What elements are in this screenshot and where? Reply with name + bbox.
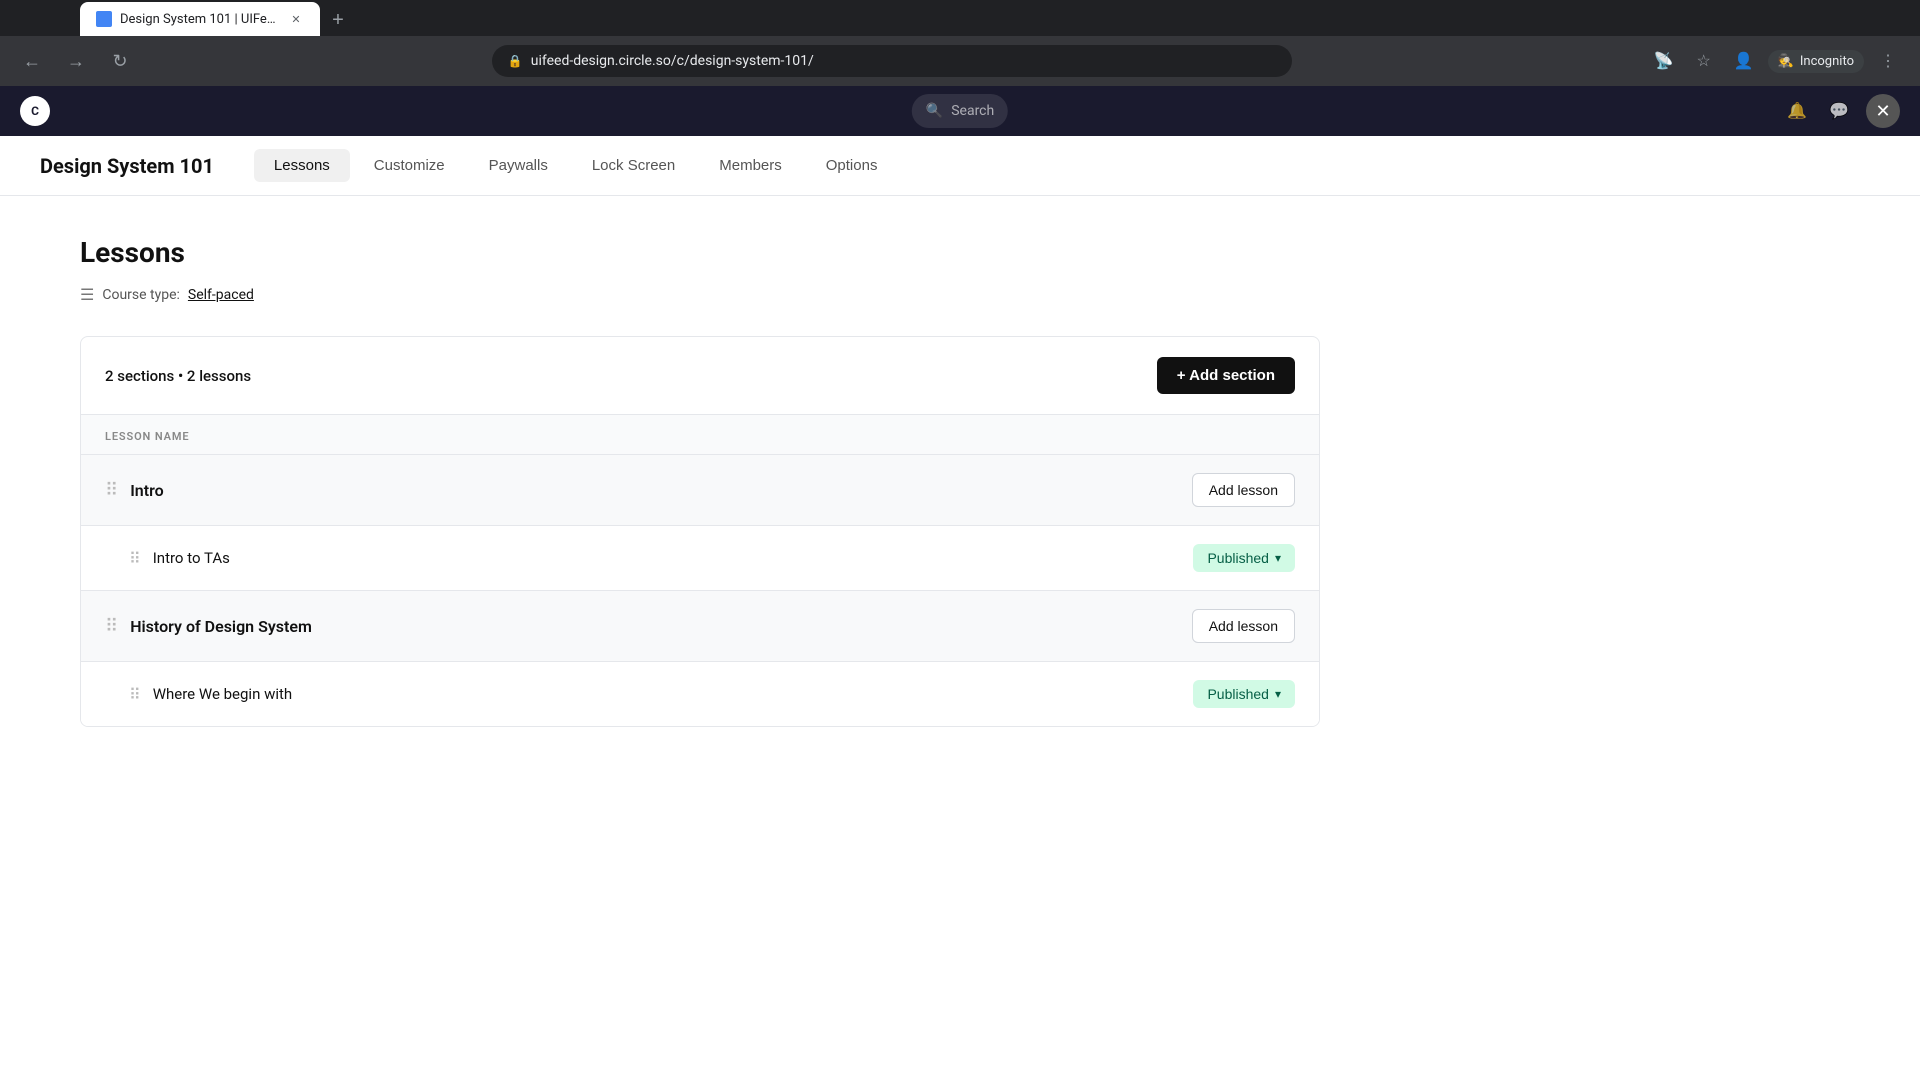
section-row: ⠿ Intro Add lesson: [81, 455, 1319, 526]
app-content: Design System 101 Lessons Customize Payw…: [0, 136, 1920, 1030]
lesson-name: Where We begin with: [153, 685, 1194, 703]
chat-button[interactable]: 💬: [1824, 96, 1854, 126]
tab-title: Design System 101 | UIFeed Des...: [120, 12, 280, 27]
close-overlay-button[interactable]: ✕: [1866, 94, 1900, 128]
incognito-icon: 🕵: [1778, 54, 1794, 69]
forward-button[interactable]: →: [60, 45, 92, 77]
browser-tab[interactable]: Design System 101 | UIFeed Des... ✕: [80, 2, 320, 36]
course-nav: Design System 101 Lessons Customize Payw…: [0, 136, 1920, 196]
add-lesson-button-history[interactable]: Add lesson: [1192, 609, 1295, 643]
section-name: Intro: [130, 481, 1192, 500]
add-section-button[interactable]: + Add section: [1157, 357, 1295, 394]
course-type-icon: ☰: [80, 285, 94, 304]
section-drag-handle[interactable]: ⠿: [105, 616, 118, 637]
lessons-table: 2 sections • 2 lessons + Add section LES…: [80, 336, 1320, 727]
sections-count: 2 sections • 2 lessons: [105, 367, 251, 385]
course-nav-tabs: Lessons Customize Paywalls Lock Screen M…: [254, 149, 898, 182]
course-title: Design System 101: [40, 154, 214, 178]
tab-paywalls[interactable]: Paywalls: [469, 149, 568, 182]
table-header-row: 2 sections • 2 lessons + Add section: [81, 337, 1319, 415]
lesson-name: Intro to TAs: [153, 549, 1194, 567]
published-status-intro-to-tas[interactable]: Published ▾: [1193, 544, 1295, 572]
back-button[interactable]: ←: [16, 45, 48, 77]
address-bar[interactable]: 🔒 uifeed-design.circle.so/c/design-syste…: [492, 45, 1292, 77]
cast-button[interactable]: 📡: [1648, 45, 1680, 77]
refresh-button[interactable]: ↻: [104, 45, 136, 77]
lesson-drag-handle[interactable]: ⠿: [129, 549, 141, 568]
section-row: ⠿ History of Design System Add lesson: [81, 591, 1319, 662]
browser-tab-bar: Design System 101 | UIFeed Des... ✕ +: [0, 0, 1920, 36]
lesson-drag-handle[interactable]: ⠿: [129, 685, 141, 704]
app-search-bar[interactable]: 🔍 Search: [912, 94, 1008, 128]
address-bar-row: ← → ↻ 🔒 uifeed-design.circle.so/c/design…: [0, 36, 1920, 86]
published-status-where-we-begin[interactable]: Published ▾: [1193, 680, 1295, 708]
tab-options[interactable]: Options: [806, 149, 898, 182]
course-type-value[interactable]: Self-paced: [188, 287, 254, 303]
published-label: Published: [1207, 550, 1269, 566]
tab-customize[interactable]: Customize: [354, 149, 465, 182]
lesson-row: ⠿ Intro to TAs Published ▾: [81, 526, 1319, 591]
section-drag-handle[interactable]: ⠿: [105, 480, 118, 501]
course-type-row: ☰ Course type: Self-paced: [80, 285, 1320, 304]
add-lesson-button-intro[interactable]: Add lesson: [1192, 473, 1295, 507]
column-header-row: LESSON NAME: [81, 415, 1319, 455]
course-type-label: Course type:: [102, 287, 180, 303]
lock-icon: 🔒: [508, 54, 523, 68]
notification-button[interactable]: 🔔: [1782, 96, 1812, 126]
app-header-right: 🔔 💬 ✕: [1782, 94, 1900, 128]
tab-members[interactable]: Members: [699, 149, 802, 182]
search-placeholder: Search: [951, 103, 994, 119]
bookmark-button[interactable]: ☆: [1688, 45, 1720, 77]
new-tab-button[interactable]: +: [324, 6, 352, 34]
url-text: uifeed-design.circle.so/c/design-system-…: [531, 53, 814, 69]
chevron-down-icon: ▾: [1275, 687, 1281, 701]
tab-favicon: [96, 11, 112, 27]
browser-menu-button[interactable]: ⋮: [1872, 45, 1904, 77]
browser-toolbar-right: 📡 ☆ 👤 🕵 Incognito ⋮: [1648, 45, 1904, 77]
lesson-name-column-header: LESSON NAME: [105, 430, 189, 443]
lesson-row: ⠿ Where We begin with Published ▾: [81, 662, 1319, 726]
incognito-label: Incognito: [1800, 54, 1854, 69]
page-title: Lessons: [80, 236, 1320, 269]
browser-profile-button[interactable]: 👤: [1728, 45, 1760, 77]
tab-lock-screen[interactable]: Lock Screen: [572, 149, 695, 182]
search-icon: 🔍: [926, 103, 943, 119]
app-header: C 🔍 Search 🔔 💬 ✕: [0, 86, 1920, 136]
tab-lessons[interactable]: Lessons: [254, 149, 350, 182]
app-logo[interactable]: C: [20, 96, 50, 126]
main-content: Lessons ☰ Course type: Self-paced 2 sect…: [0, 196, 1400, 767]
chevron-down-icon: ▾: [1275, 551, 1281, 565]
published-label: Published: [1207, 686, 1269, 702]
tab-close-button[interactable]: ✕: [288, 11, 304, 27]
incognito-badge[interactable]: 🕵 Incognito: [1768, 50, 1864, 73]
section-name: History of Design System: [130, 617, 1192, 636]
